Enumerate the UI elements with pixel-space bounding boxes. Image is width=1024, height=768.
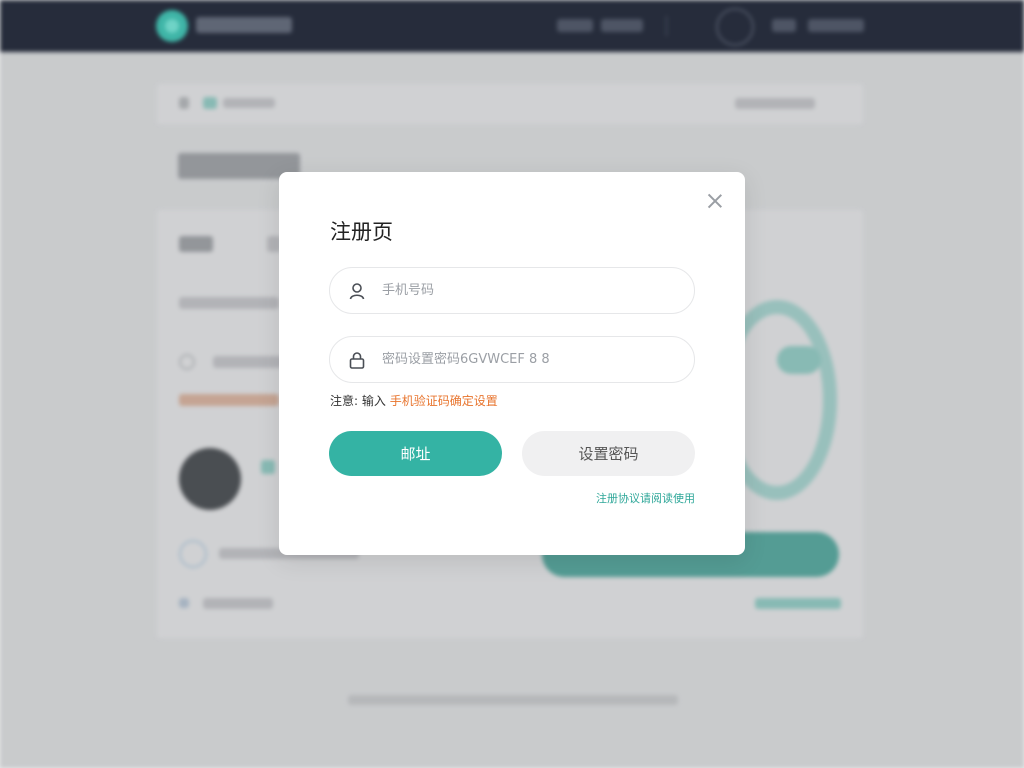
logo-icon[interactable]: [156, 10, 188, 42]
nav-divider: [666, 16, 667, 36]
nav-link-placeholder[interactable]: [808, 19, 864, 32]
password-input[interactable]: [382, 337, 682, 382]
set-password-button[interactable]: 设置密码: [522, 431, 695, 476]
password-field[interactable]: [329, 336, 695, 383]
close-icon[interactable]: [704, 190, 726, 212]
phone-input[interactable]: [382, 268, 682, 313]
logo-wordmark[interactable]: [196, 17, 292, 33]
lock-icon: [349, 352, 365, 369]
phone-field[interactable]: [329, 267, 695, 314]
nav-link-placeholder[interactable]: [601, 19, 643, 32]
user-icon: [349, 283, 365, 300]
top-navigation-bar: [0, 0, 1024, 52]
input-hint: 注意: 输入 手机验证码确定设置: [330, 392, 498, 409]
hint-prefix: 注意: 输入: [330, 394, 386, 408]
hint-highlight: 手机验证码确定设置: [389, 394, 498, 408]
register-modal: 注册页 注意: 输入 手机验证码确定设置 邮址 设置密码 注册协议请阅读使用: [279, 172, 745, 555]
nav-icon-placeholder[interactable]: [772, 19, 796, 32]
email-button[interactable]: 邮址: [329, 431, 502, 476]
agreement-link[interactable]: 注册协议请阅读使用: [596, 490, 695, 506]
modal-title: 注册页: [330, 220, 393, 244]
nav-link-placeholder[interactable]: [557, 19, 593, 32]
avatar[interactable]: [716, 8, 754, 46]
